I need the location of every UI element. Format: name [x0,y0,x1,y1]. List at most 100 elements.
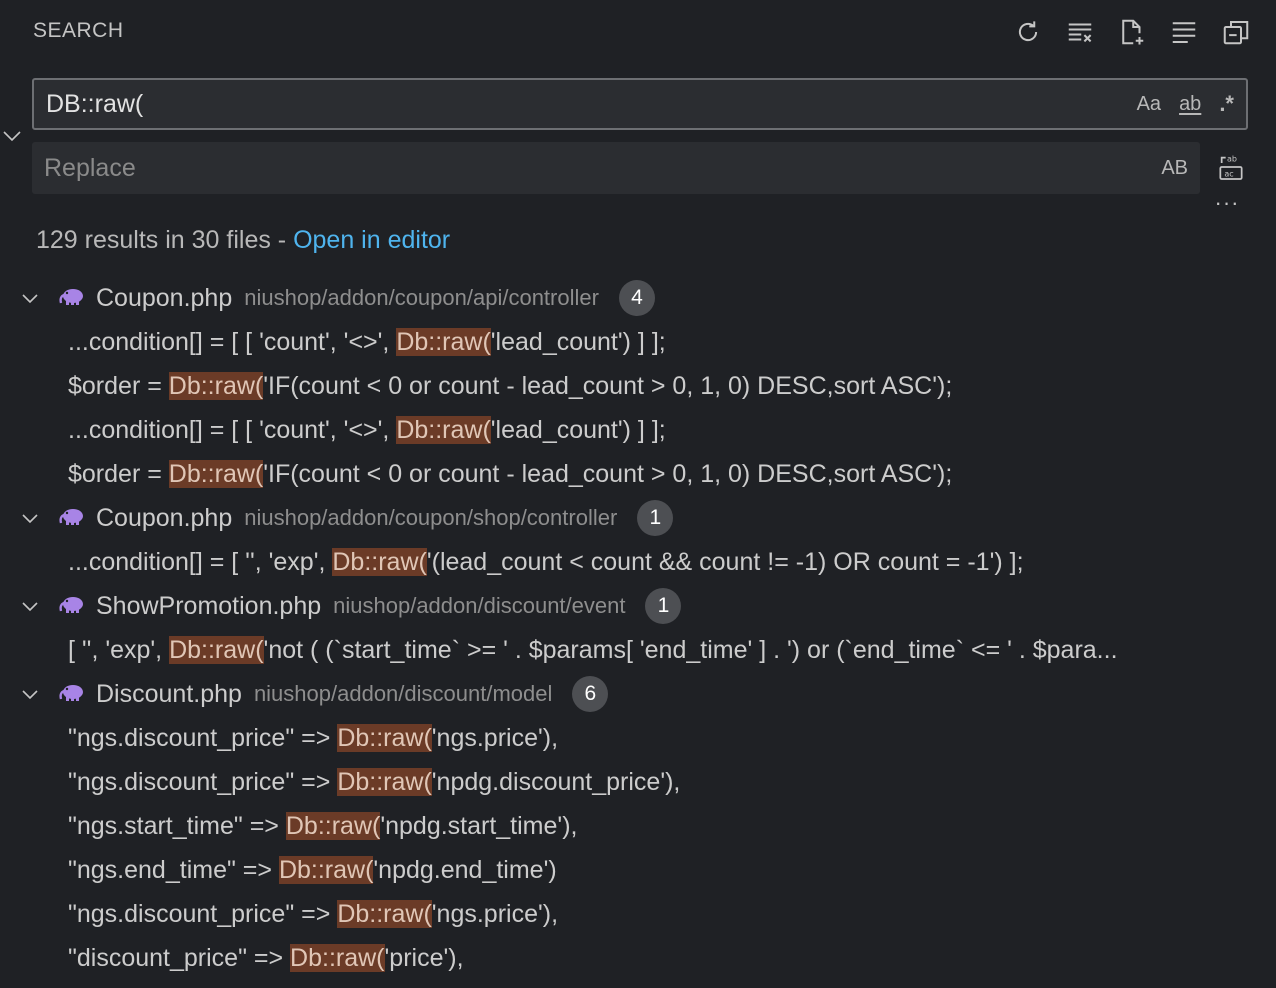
file-path: niushop/addon/discount/model [253,681,553,706]
file-result-row[interactable]: Coupon.php niushop/addon/coupon/api/contr… [0,276,1276,320]
results-tree: Coupon.php niushop/addon/coupon/api/contr… [0,276,1276,980]
match-count-badge: 1 [645,588,682,624]
match-suffix: 'IF(count < 0 or count - lead_count > 0,… [263,460,953,488]
match-line[interactable]: [ '', 'exp', Db::raw('not ( (`start_time… [0,628,1268,672]
view-as-tree-button[interactable] [1166,14,1202,50]
match-suffix: 'not ( (`start_time` >= ' . $params[ 'en… [263,636,1118,664]
svg-text:ac: ac [1224,169,1233,178]
match-whole-word-toggle[interactable]: ab [1175,91,1205,118]
file-path: niushop/addon/discount/event [333,593,626,618]
php-elephant-icon [59,509,83,525]
match-prefix: "ngs.start_time" => [68,812,286,840]
match-line[interactable]: ...condition[] = [ '', 'exp', Db::raw('(… [0,540,1268,584]
match-suffix: 'ngs.price'), [431,724,559,752]
svg-text:ab: ab [1227,155,1237,164]
chevron-down-icon [22,514,38,524]
results-summary: 129 results in 30 files - Open in editor [36,226,450,255]
use-regex-toggle[interactable]: .* [1215,89,1238,119]
search-box: Aa ab .* [32,78,1248,130]
more-options-button[interactable]: ··· [1210,192,1244,220]
match-line[interactable]: "ngs.start_time" => Db::raw('npdg.start_… [0,804,1268,848]
chevron-down-icon [22,294,38,304]
match-highlight: Db::raw( [337,724,432,752]
match-suffix: 'lead_count') ] ]; [490,328,666,356]
match-prefix: $order = [68,460,169,488]
expand-chevron[interactable] [18,286,42,310]
match-line[interactable]: "ngs.discount_price" => Db::raw('ngs.pri… [0,716,1268,760]
refresh-button[interactable] [1010,14,1046,50]
file-label: Discount.php niushop/addon/discount/model… [96,676,609,712]
match-prefix: "ngs.discount_price" => [68,768,338,796]
match-highlight: Db::raw( [168,460,264,488]
expand-chevron[interactable] [18,594,42,618]
php-file-icon [58,505,86,529]
match-line[interactable]: $order = Db::raw('IF(count < 0 or count … [0,452,1268,496]
results-count-text: 129 results in 30 files - [36,226,294,254]
chevron-down-icon [3,131,21,142]
file-result-row[interactable]: ShowPromotion.php niushop/addon/discount/… [0,584,1276,628]
file-label: Coupon.php niushop/addon/coupon/api/contr… [96,280,655,316]
file-name: Coupon.php [96,503,233,532]
php-elephant-icon [59,685,83,701]
replace-all-button[interactable]: ab ac [1212,148,1250,186]
match-line[interactable]: "ngs.end_time" => Db::raw('npdg.end_time… [0,848,1268,892]
open-in-editor-link[interactable]: Open in editor [293,226,450,254]
file-path: niushop/addon/coupon/shop/controller [244,505,618,530]
match-highlight: Db::raw( [285,812,381,840]
file-result-row[interactable]: Discount.php niushop/addon/discount/model… [0,672,1276,716]
match-count-badge: 6 [572,676,609,712]
toggle-replace-chevron[interactable] [0,124,24,148]
file-result-row[interactable]: Coupon.php niushop/addon/coupon/shop/cont… [0,496,1276,540]
new-search-editor-button[interactable] [1114,14,1150,50]
view-title: SEARCH [33,19,124,42]
file-name: Discount.php [96,679,242,708]
file-label: Coupon.php niushop/addon/coupon/shop/cont… [96,500,674,536]
clear-results-button[interactable] [1062,14,1098,50]
collapse-all-button[interactable] [1218,14,1254,50]
match-highlight: Db::raw( [278,856,374,884]
match-prefix: ...condition[] = [ [ 'count', '<>', [68,416,397,444]
expand-chevron[interactable] [18,506,42,530]
match-suffix: 'ngs.price'), [431,900,559,928]
php-file-icon [58,285,86,309]
match-prefix: $order = [68,372,169,400]
preserve-case-toggle[interactable]: AB [1157,155,1192,182]
replace-box: AB [32,142,1200,194]
search-input[interactable] [46,80,1086,128]
match-suffix: 'npdg.end_time') [373,856,557,884]
match-prefix: ...condition[] = [ '', 'exp', [68,548,333,576]
match-case-toggle[interactable]: Aa [1133,91,1165,118]
chevron-down-icon [22,602,38,612]
file-name: Coupon.php [96,283,233,312]
match-suffix: 'npdg.discount_price'), [431,768,681,796]
match-suffix: '(lead_count < count && count != -1) OR … [426,548,1024,576]
match-line[interactable]: ...condition[] = [ [ 'count', '<>', Db::… [0,408,1268,452]
replace-all-icon: ab ac [1219,155,1243,180]
match-count-badge: 1 [637,500,674,536]
match-line[interactable]: "ngs.discount_price" => Db::raw('npdg.di… [0,760,1268,804]
match-highlight: Db::raw( [168,372,264,400]
match-prefix: ...condition[] = [ [ 'count', '<>', [68,328,397,356]
match-suffix: 'price'), [384,944,464,972]
match-line[interactable]: $order = Db::raw('IF(count < 0 or count … [0,364,1268,408]
match-suffix: 'lead_count') ] ]; [490,416,666,444]
match-prefix: "ngs.discount_price" => [68,900,338,928]
replace-input[interactable] [44,142,1084,194]
match-suffix: 'npdg.start_time'), [380,812,578,840]
search-view-header: SEARCH [0,0,1276,62]
file-name: ShowPromotion.php [96,591,322,620]
match-highlight: Db::raw( [290,944,385,972]
php-file-icon [58,593,86,617]
php-elephant-icon [59,597,83,613]
match-count-badge: 4 [618,280,655,316]
match-line[interactable]: "discount_price" => Db::raw('price'), [0,936,1268,980]
match-line[interactable]: ...condition[] = [ [ 'count', '<>', Db::… [0,320,1268,364]
match-highlight: Db::raw( [396,328,491,356]
match-prefix: "ngs.end_time" => [68,856,279,884]
match-highlight: Db::raw( [332,548,427,576]
expand-chevron[interactable] [18,682,42,706]
match-prefix: "discount_price" => [68,944,291,972]
file-label: ShowPromotion.php niushop/addon/discount/… [96,588,682,624]
match-line[interactable]: "ngs.discount_price" => Db::raw('ngs.pri… [0,892,1268,936]
match-highlight: Db::raw( [396,416,491,444]
